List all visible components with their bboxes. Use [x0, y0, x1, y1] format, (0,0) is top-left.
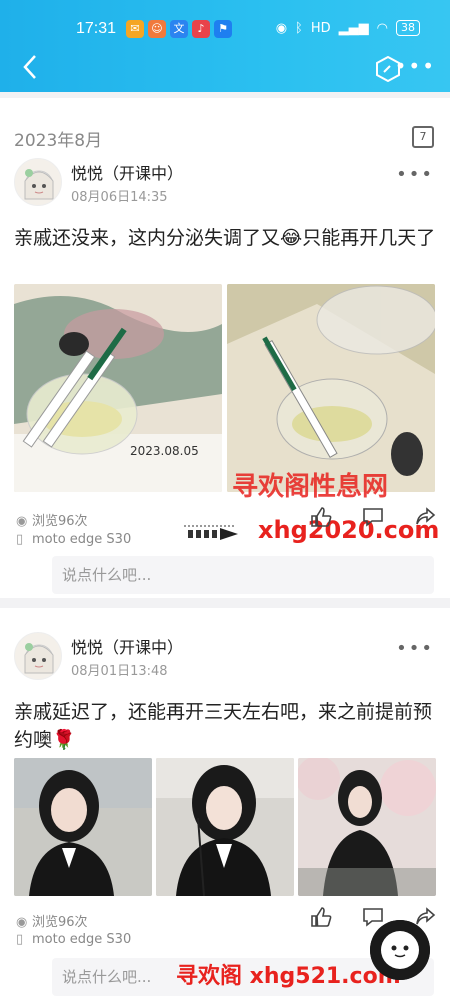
photo-date-label: 2023.08.05 — [130, 444, 199, 458]
status-bar: 17:31 ✉ ☺ 文 ♪ ⚑ ◉ ᛒ HD ▂▄▆ ◠ 38 — [0, 18, 450, 42]
post-image-2[interactable] — [156, 758, 294, 896]
eye-icon: ◉ — [16, 514, 28, 529]
comment-icon[interactable] — [362, 506, 384, 532]
post-text: 亲戚还没来，这内分泌失调了又😂只能再开几天了 — [14, 227, 436, 249]
post-date: 08月06日14:35 — [71, 190, 168, 205]
post-header: 悦悦（开课中） 08月01日13:48 ••• — [14, 632, 436, 692]
battery-icon: 38 — [396, 20, 420, 36]
post-header: 悦悦（开课中） 08月06日14:35 ••• — [14, 158, 436, 218]
share-icon[interactable] — [414, 506, 436, 532]
app-icon-4: ♪ — [192, 20, 210, 38]
app-icon-2: ☺ — [148, 20, 166, 38]
device-text: moto edge S30 — [32, 532, 132, 547]
app-icon-1: ✉ — [126, 20, 144, 38]
eye-icon: ◉ — [16, 915, 28, 930]
phone-icon: ▯ — [16, 532, 24, 547]
post-image-1[interactable]: 2023.08.05 — [14, 284, 222, 492]
avatar[interactable] — [14, 158, 62, 206]
avatar[interactable] — [14, 632, 62, 680]
device-text: moto edge S30 — [32, 932, 132, 947]
post-more-icon[interactable]: ••• — [396, 638, 434, 659]
more-icon[interactable]: ••• — [395, 54, 436, 78]
domain-watermark: 寻欢阁 xhg521.com — [176, 964, 401, 989]
wifi-icon: ◠ — [376, 20, 388, 36]
post-date: 08月01日13:48 — [71, 664, 168, 679]
device-info: ▯ moto edge S30 — [16, 532, 131, 547]
alarm-icon: ◉ — [275, 20, 288, 36]
author-name[interactable]: 悦悦（开课中） — [71, 160, 183, 184]
post-actions — [310, 506, 436, 532]
status-time: 17:31 — [76, 20, 117, 37]
hd-icon: HD — [310, 20, 331, 36]
arrow-watermark — [184, 522, 240, 542]
month-header: 2023年8月 7 — [14, 126, 434, 152]
signal-icon: ▂▄▆ — [338, 20, 369, 36]
chat-fab[interactable] — [370, 920, 430, 980]
view-count-text: 浏览96次 — [32, 514, 88, 529]
app-header: 17:31 ✉ ☺ 文 ♪ ⚑ ◉ ᛒ HD ▂▄▆ ◠ 38 ••• — [0, 0, 450, 92]
post-more-icon[interactable]: ••• — [396, 164, 434, 185]
view-count: ◉ 浏览96次 — [16, 911, 88, 930]
phone-icon: ▯ — [16, 932, 24, 947]
back-arrow-icon[interactable] — [22, 54, 38, 85]
app-icon-5: ⚑ — [214, 20, 232, 38]
month-label: 2023年8月 — [14, 131, 103, 151]
comment-input[interactable]: 说点什么吧... — [52, 556, 434, 594]
post-card: 2023年8月 7 悦悦（开课中） 08月06日14:35 ••• 亲戚还没来，… — [0, 98, 450, 598]
device-info: ▯ moto edge S30 — [16, 932, 131, 947]
system-indicators: ◉ ᛒ HD ▂▄▆ ◠ 38 — [276, 20, 420, 36]
site-watermark: 寻欢阁性息网 — [232, 472, 389, 502]
like-icon[interactable] — [310, 906, 332, 932]
view-count: ◉ 浏览96次 — [16, 510, 88, 529]
like-icon[interactable] — [310, 506, 332, 532]
calendar-icon[interactable]: 7 — [412, 126, 434, 148]
post-text: 亲戚延迟了，还能再开三天左右吧，来之前提前预约噢🌹 — [14, 701, 433, 751]
app-icon-3: 文 — [170, 20, 188, 38]
author-name[interactable]: 悦悦（开课中） — [71, 634, 183, 658]
post-image-3[interactable] — [298, 758, 436, 896]
post-image-1[interactable] — [14, 758, 152, 896]
view-count-text: 浏览96次 — [32, 915, 88, 930]
bluetooth-icon: ᛒ — [295, 20, 303, 36]
status-app-icons: ✉ ☺ 文 ♪ ⚑ — [126, 20, 232, 38]
post-image-2[interactable] — [227, 284, 435, 492]
